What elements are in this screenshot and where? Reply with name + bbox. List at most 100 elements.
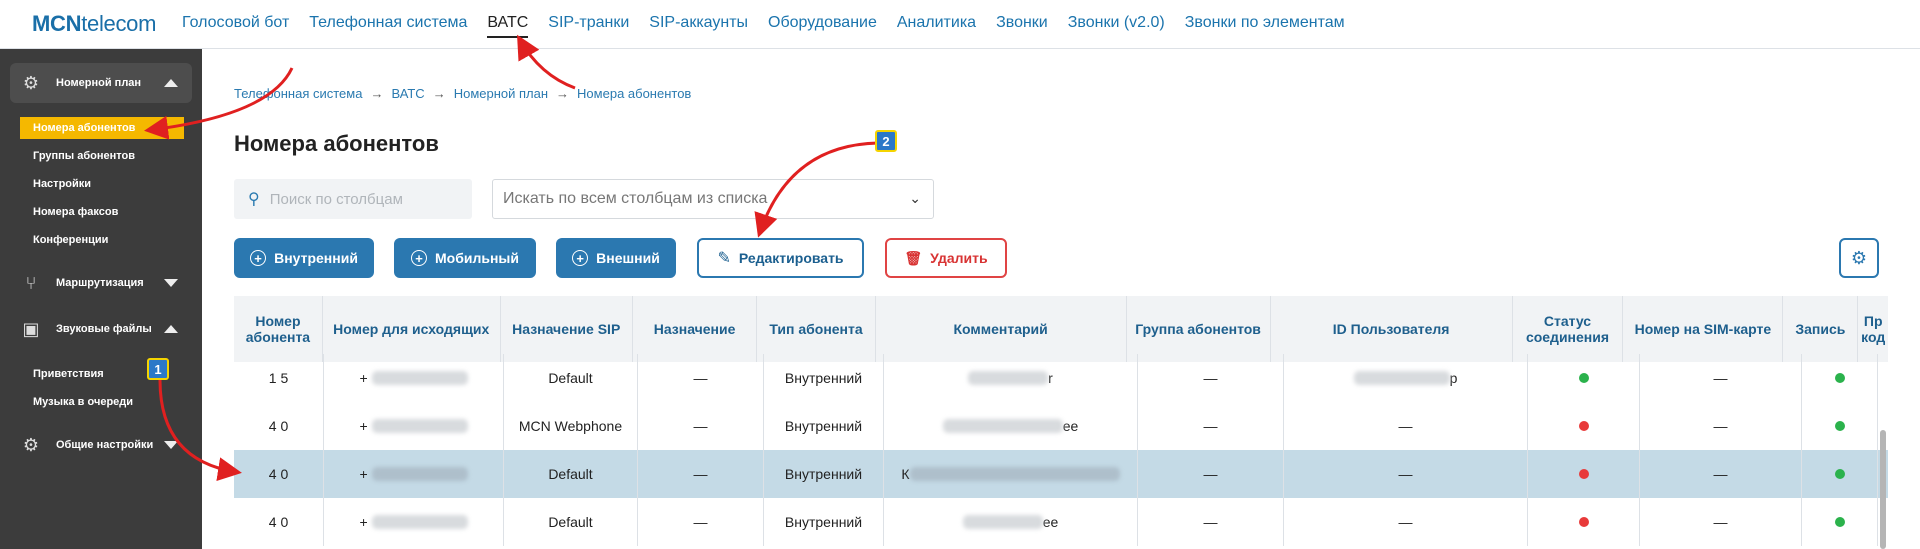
- table-row[interactable]: 1 5 + Default — Внутренний r — p —: [234, 354, 1888, 402]
- redacted-value: [371, 371, 468, 385]
- nav-calls[interactable]: Звонки: [996, 14, 1048, 38]
- sidebar-group-sound-files[interactable]: ▣ Звуковые файлы: [10, 309, 192, 349]
- sidebar-item-fax-numbers[interactable]: Номера факсов: [20, 201, 184, 223]
- redacted-value: [942, 419, 1063, 433]
- sound-file-icon: ▣: [22, 318, 40, 339]
- cell-destination: —: [638, 498, 764, 546]
- sidebar-group-routing[interactable]: ⑂ Маршрутизация: [10, 263, 192, 303]
- cell-user-id: p: [1284, 354, 1528, 402]
- col-header-sip[interactable]: Назначение SIP: [501, 296, 633, 362]
- cell-connection-status: [1528, 354, 1640, 402]
- col-header-sim-number[interactable]: Номер на SIM-карте: [1623, 296, 1784, 362]
- add-external-button[interactable]: + Внешний: [556, 238, 676, 278]
- col-header-comment[interactable]: Комментарий: [876, 296, 1127, 362]
- redacted-value: [371, 515, 468, 529]
- col-header-number[interactable]: Номер абонента: [234, 296, 323, 362]
- nav-equipment[interactable]: Оборудование: [768, 14, 877, 38]
- redacted-value: [371, 467, 468, 481]
- gear-icon: ⚙: [1850, 247, 1868, 268]
- table-row[interactable]: 4 0 + Default — Внутренний ee — — —: [234, 498, 1888, 546]
- redacted-value: [1353, 371, 1450, 385]
- record-dot: [1834, 421, 1845, 431]
- record-dot: [1834, 517, 1845, 527]
- delete-button[interactable]: 🗑 Удалить: [885, 238, 1007, 278]
- status-dot: [1578, 469, 1589, 479]
- plus-circle-icon: +: [572, 250, 589, 266]
- add-mobile-button[interactable]: + Мобильный: [394, 238, 536, 278]
- nav-sip-trunks[interactable]: SIP-транки: [548, 14, 629, 38]
- search-box: ⚲: [234, 179, 472, 219]
- sidebar: ⚙ Номерной план Номера абонентов Группы …: [0, 49, 202, 549]
- annotation-badge-1: 1: [147, 358, 169, 380]
- logo[interactable]: MCNtelecom: [32, 11, 156, 37]
- nav-analytics[interactable]: Аналитика: [897, 14, 976, 38]
- table-scrollbar[interactable]: [1880, 430, 1886, 549]
- sidebar-group-general-settings[interactable]: ⚙ Общие настройки: [10, 425, 192, 465]
- nav-calls-by-elements[interactable]: Звонки по элементам: [1185, 14, 1345, 38]
- table-settings-button[interactable]: ⚙: [1839, 238, 1879, 278]
- search-input[interactable]: [269, 190, 460, 208]
- cell-user-id: —: [1284, 402, 1528, 450]
- gear-icon: ⚙: [22, 72, 40, 93]
- pencil-icon: ✎: [717, 250, 731, 267]
- plus-circle-icon: +: [411, 250, 427, 266]
- breadcrumb-vpbx[interactable]: ВАТС: [391, 86, 424, 101]
- page-title: Номера абонентов: [234, 131, 439, 156]
- breadcrumb-numbering-plan[interactable]: Номерной план: [454, 86, 548, 101]
- col-header-connection-status[interactable]: Статус соединения: [1513, 296, 1624, 362]
- col-header-outgoing[interactable]: Номер для исходящих: [323, 296, 501, 362]
- cell-connection-status: [1528, 402, 1640, 450]
- cell-sim-number: —: [1640, 354, 1802, 402]
- sidebar-item-subscriber-numbers[interactable]: Номера абонентов: [20, 117, 184, 139]
- cell-user-id: —: [1284, 450, 1528, 498]
- redacted-value: [371, 419, 468, 433]
- routing-icon: ⑂: [25, 272, 37, 293]
- cell-type: Внутренний: [764, 450, 884, 498]
- record-dot: [1834, 469, 1845, 479]
- table-row-selected[interactable]: 4 0 + Default — Внутренний К — — —: [234, 450, 1888, 498]
- cell-sip: Default: [504, 498, 638, 546]
- cell-group: —: [1138, 450, 1284, 498]
- breadcrumb-phone-system[interactable]: Телефонная система: [234, 86, 362, 101]
- sidebar-group-numbering-plan[interactable]: ⚙ Номерной план: [10, 63, 192, 103]
- col-header-record[interactable]: Запись: [1783, 296, 1859, 362]
- col-header-user-id[interactable]: ID Пользователя: [1271, 296, 1513, 362]
- cell-user-id: —: [1284, 498, 1528, 546]
- edit-button[interactable]: ✎ Редактировать: [697, 238, 864, 278]
- nav-voice-bot[interactable]: Голосовой бот: [182, 14, 289, 38]
- col-header-code[interactable]: Пр код: [1858, 296, 1888, 362]
- gear-icon: ⚙: [22, 434, 40, 455]
- subscribers-table: Номер абонента Номер для исходящих Назна…: [234, 296, 1888, 549]
- column-select[interactable]: Искать по всем столбцам из списка ⌄: [492, 179, 934, 219]
- cell-outgoing: +: [324, 354, 504, 402]
- table-header: Номер абонента Номер для исходящих Назна…: [234, 296, 1888, 362]
- table-row[interactable]: 4 0 + MCN Webphone — Внутренний ee — — —: [234, 402, 1888, 450]
- cell-sim-number: —: [1640, 498, 1802, 546]
- record-dot: [1834, 373, 1845, 383]
- sidebar-item-settings[interactable]: Настройки: [20, 173, 184, 195]
- cell-comment: К: [884, 450, 1138, 498]
- arrow-right-icon: →: [556, 86, 570, 101]
- add-internal-button[interactable]: + Внутренний: [234, 238, 374, 278]
- status-dot: [1578, 517, 1589, 527]
- col-header-destination[interactable]: Назначение: [633, 296, 758, 362]
- sidebar-item-subscriber-groups[interactable]: Группы абонентов: [20, 145, 184, 167]
- chevron-up-icon: [164, 79, 178, 87]
- sidebar-item-queue-music[interactable]: Музыка в очереди: [20, 391, 184, 413]
- nav-calls-v2[interactable]: Звонки (v2.0): [1068, 14, 1165, 38]
- annotation-badge-2: 2: [875, 130, 897, 152]
- redacted-value: [909, 467, 1120, 481]
- chevron-down-icon: [164, 441, 178, 449]
- sidebar-item-conferences[interactable]: Конференции: [20, 229, 184, 251]
- col-header-group[interactable]: Группа абонентов: [1127, 296, 1271, 362]
- breadcrumb-subscriber-numbers[interactable]: Номера абонентов: [577, 86, 691, 101]
- cell-group: —: [1138, 402, 1284, 450]
- nav-sip-accounts[interactable]: SIP-аккаунты: [649, 14, 748, 38]
- col-header-type[interactable]: Тип абонента: [757, 296, 876, 362]
- nav-phone-system[interactable]: Телефонная система: [309, 14, 467, 38]
- nav-vpbx[interactable]: ВАТС: [487, 14, 529, 38]
- cell-destination: —: [638, 402, 764, 450]
- cell-number: 4 0: [234, 402, 324, 450]
- cell-sip: MCN Webphone: [504, 402, 638, 450]
- arrow-right-icon: →: [370, 86, 384, 101]
